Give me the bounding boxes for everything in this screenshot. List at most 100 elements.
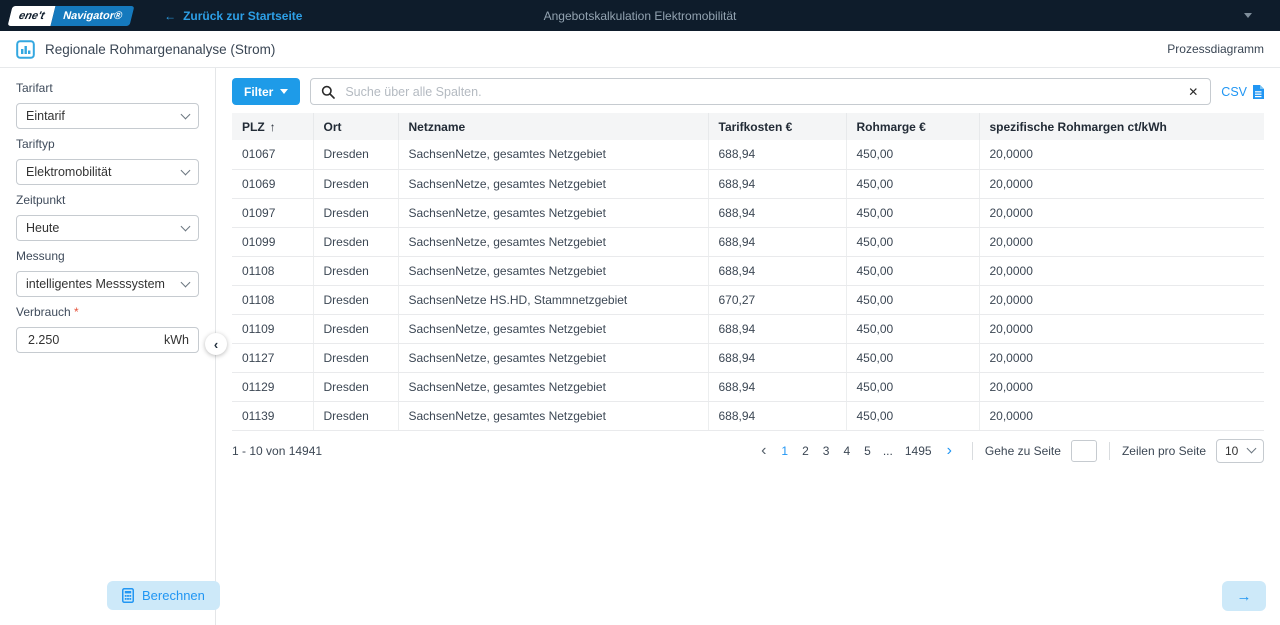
goto-page-input[interactable] [1071,440,1097,462]
table-cell: 688,94 [708,256,846,285]
table-cell: 01069 [232,169,313,198]
field-label: Tarifart [16,82,199,95]
chevron-down-icon[interactable] [1244,13,1252,18]
table-cell: 20,0000 [979,227,1264,256]
table-cell: 450,00 [846,169,979,198]
select-value: Heute [26,221,59,235]
table-cell: 01139 [232,401,313,430]
rows-per-page-value: 10 [1225,444,1238,458]
table-cell: SachsenNetze, gesamtes Netzgebiet [398,372,708,401]
tarifart-select[interactable]: Eintarif [16,103,199,129]
berechnen-button[interactable]: Berechnen [107,581,220,610]
table-toolbar: Filter ✕ CSV [232,78,1264,105]
column-header-ort[interactable]: Ort [313,113,398,140]
rows-per-page-label: Zeilen pro Seite [1122,444,1206,458]
page-button[interactable]: 2 [795,442,816,460]
page-button[interactable]: 1 [774,442,795,460]
table-cell: SachsenNetze, gesamtes Netzgebiet [398,256,708,285]
table-cell: 01097 [232,198,313,227]
messung-select[interactable]: intelligentes Messsystem [16,271,199,297]
table-cell: 450,00 [846,140,979,169]
search-input[interactable] [343,84,1178,100]
chevron-down-icon [181,109,191,119]
column-header-spez-rohmargen[interactable]: spezifische Rohmargen ct/kWh [979,113,1264,140]
table-cell: 20,0000 [979,343,1264,372]
topbar: ene't Navigator® ← Zurück zur Startseite… [0,0,1280,31]
page-button[interactable]: 4 [836,442,857,460]
table-cell: 450,00 [846,256,979,285]
table-body: 01067DresdenSachsenNetze, gesamtes Netzg… [232,140,1264,430]
table-cell: 450,00 [846,401,979,430]
pagination-ellipsis: ... [878,444,898,458]
table-row[interactable]: 01069DresdenSachsenNetze, gesamtes Netzg… [232,169,1264,198]
table-cell: 01067 [232,140,313,169]
column-header-plz[interactable]: PLZ↑ [232,113,313,140]
table-cell: 450,00 [846,285,979,314]
page-button[interactable]: 3 [816,442,837,460]
page-header: Regionale Rohmargenanalyse (Strom) Proze… [0,31,1280,68]
page-button-last[interactable]: 1495 [898,442,939,460]
goto-page-label: Gehe zu Seite [985,444,1061,458]
table-row[interactable]: 01139DresdenSachsenNetze, gesamtes Netzg… [232,401,1264,430]
verbrauch-input[interactable] [26,332,164,348]
table-cell: SachsenNetze, gesamtes Netzgebiet [398,227,708,256]
column-header-rohmarge[interactable]: Rohmarge € [846,113,979,140]
search-icon [321,85,335,99]
table-cell: Dresden [313,343,398,372]
table-row[interactable]: 01129DresdenSachsenNetze, gesamtes Netzg… [232,372,1264,401]
back-link[interactable]: ← Zurück zur Startseite [164,9,302,23]
table-cell: 450,00 [846,314,979,343]
rows-per-page-select[interactable]: 10 [1216,439,1264,463]
field-tariftyp: Tariftyp Elektromobilität [16,138,199,185]
logo-brand: ene't [8,6,56,26]
page-next-icon[interactable]: › [939,443,960,459]
prozessdiagramm-link[interactable]: Prozessdiagramm [1167,42,1264,56]
zeitpunkt-select[interactable]: Heute [16,215,199,241]
clear-search-icon[interactable]: ✕ [1186,85,1200,99]
arrow-right-icon: → [1237,588,1252,605]
unit-label: kWh [164,333,189,347]
table-cell: 450,00 [846,227,979,256]
table-cell: SachsenNetze, gesamtes Netzgebiet [398,401,708,430]
calculator-icon [122,588,134,603]
results-table: PLZ↑ Ort Netzname Tarifkosten € Rohmarge… [232,113,1264,431]
table-cell: 01129 [232,372,313,401]
table-cell: 450,00 [846,198,979,227]
select-value: intelligentes Messsystem [26,277,165,291]
table-row[interactable]: 01108DresdenSachsenNetze, gesamtes Netzg… [232,256,1264,285]
table-cell: 688,94 [708,140,846,169]
table-row[interactable]: 01108DresdenSachsenNetze HS.HD, Stammnet… [232,285,1264,314]
table-row[interactable]: 01127DresdenSachsenNetze, gesamtes Netzg… [232,343,1264,372]
app-logo[interactable]: ene't Navigator® [8,6,135,26]
page-prev-icon[interactable]: ‹ [753,443,774,459]
pagination-range: 1 - 10 von 14941 [232,444,322,458]
table-row[interactable]: 01109DresdenSachsenNetze, gesamtes Netzg… [232,314,1264,343]
results-table-wrap: PLZ↑ Ort Netzname Tarifkosten € Rohmarge… [232,113,1264,431]
field-label: Tariftyp [16,138,199,151]
table-cell: Dresden [313,169,398,198]
divider [972,442,973,460]
tariftyp-select[interactable]: Elektromobilität [16,159,199,185]
next-step-button[interactable]: → [1222,581,1266,611]
required-asterisk: * [74,305,79,319]
app-title: Angebotskalkulation Elektromobilität [544,9,737,23]
table-header-row: PLZ↑ Ort Netzname Tarifkosten € Rohmarge… [232,113,1264,140]
table-row[interactable]: 01099DresdenSachsenNetze, gesamtes Netzg… [232,227,1264,256]
table-cell: Dresden [313,314,398,343]
column-header-tarifkosten[interactable]: Tarifkosten € [708,113,846,140]
table-row[interactable]: 01067DresdenSachsenNetze, gesamtes Netzg… [232,140,1264,169]
page-button[interactable]: 5 [857,442,878,460]
select-value: Elektromobilität [26,165,111,179]
table-cell: 450,00 [846,343,979,372]
table-cell: 01109 [232,314,313,343]
filter-button[interactable]: Filter [232,78,300,105]
csv-file-icon [1252,85,1264,99]
sidebar-collapse-button[interactable]: ‹ [205,333,227,355]
table-row[interactable]: 01097DresdenSachsenNetze, gesamtes Netzg… [232,198,1264,227]
table-cell: 20,0000 [979,401,1264,430]
field-zeitpunkt: Zeitpunkt Heute [16,194,199,241]
csv-export-link[interactable]: CSV [1221,85,1264,99]
table-cell: 20,0000 [979,372,1264,401]
column-header-netzname[interactable]: Netzname [398,113,708,140]
table-cell: Dresden [313,401,398,430]
